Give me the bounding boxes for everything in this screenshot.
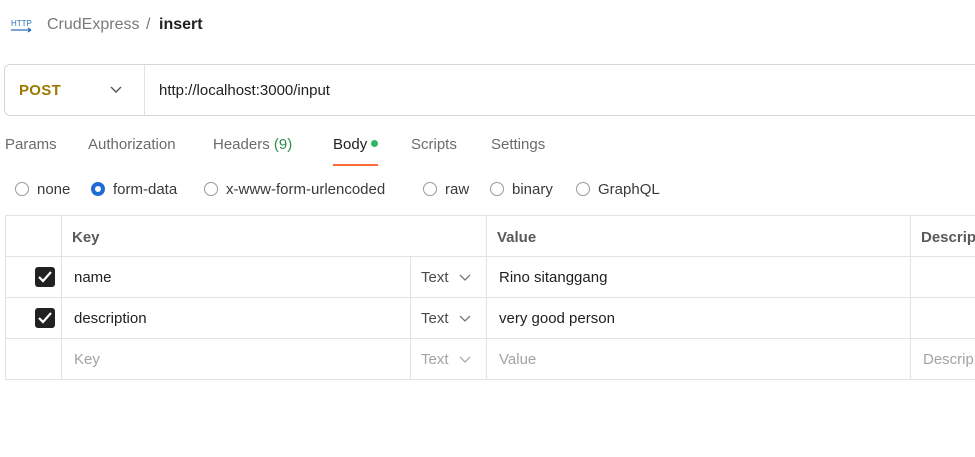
request-header: HTTP CrudExpress / insert	[0, 0, 975, 52]
chevron-down-icon	[459, 356, 471, 363]
url-input[interactable]	[153, 73, 973, 107]
tab-params[interactable]: Params	[5, 136, 57, 166]
tab-scripts[interactable]: Scripts	[411, 136, 457, 166]
value-text: very good person	[499, 310, 615, 327]
radio-circle	[490, 182, 504, 196]
value-cell[interactable]: Rino sitanggang	[487, 257, 911, 297]
key-cell[interactable]: description	[62, 298, 411, 338]
tab-settings[interactable]: Settings	[491, 136, 545, 166]
headers-count-badge: (9)	[273, 136, 293, 153]
radio-circle	[204, 182, 218, 196]
radio-label: raw	[445, 181, 470, 198]
key-text: name	[74, 269, 112, 286]
row-enabled-checkbox[interactable]	[35, 308, 55, 328]
value-placeholder: Value	[499, 351, 537, 368]
body-type-selector: none form-data x-www-form-urlencoded raw…	[0, 176, 975, 204]
tab-authorization[interactable]: Authorization	[88, 136, 176, 166]
request-tabs: Params Authorization Headers (9) Body Sc…	[0, 126, 975, 166]
breadcrumb-separator: /	[146, 16, 151, 33]
body-indicator-dot	[371, 140, 379, 147]
key-placeholder: Key	[74, 351, 100, 368]
value-text: Rino sitanggang	[499, 269, 608, 286]
chevron-down-icon	[110, 86, 122, 93]
description-placeholder: Descrip	[923, 351, 974, 368]
chevron-down-icon	[459, 315, 471, 322]
check-icon	[38, 312, 52, 324]
column-header-value: Value	[497, 229, 537, 246]
radio-label: binary	[512, 181, 553, 198]
tab-label: Authorization	[88, 136, 176, 153]
breadcrumb-collection[interactable]: CrudExpress	[47, 16, 139, 34]
value-cell[interactable]: very good person	[487, 298, 911, 338]
radio-circle	[15, 182, 29, 196]
tab-label: Settings	[491, 136, 546, 153]
description-input[interactable]: Descrip	[911, 339, 975, 379]
key-input[interactable]: Key	[62, 339, 411, 379]
column-header-key: Key	[72, 229, 100, 246]
radio-label: form-data	[113, 181, 178, 198]
header-description-cell: Descrip	[911, 216, 975, 256]
tab-headers[interactable]: Headers (9)	[213, 136, 292, 166]
radio-circle	[91, 182, 105, 196]
type-select[interactable]: Text	[411, 298, 487, 338]
table-row-empty: Key Text Value Descrip	[6, 339, 975, 380]
radio-label: GraphQL	[598, 181, 660, 198]
radio-circle	[423, 182, 437, 196]
radio-label: x-www-form-urlencoded	[226, 181, 386, 198]
http-icon: HTTP	[11, 19, 32, 33]
tab-label: Scripts	[411, 136, 457, 153]
key-cell[interactable]: name	[62, 257, 411, 297]
type-label: Text	[421, 269, 449, 286]
table-header-row: Key Value Descrip	[6, 216, 975, 257]
tab-body[interactable]: Body	[333, 136, 379, 166]
header-value-cell: Value	[487, 216, 911, 256]
url-bar: POST	[4, 64, 975, 116]
method-label: POST	[19, 82, 62, 99]
method-select[interactable]: POST	[5, 65, 145, 115]
svg-text:HTTP: HTTP	[11, 19, 32, 28]
radio-circle	[576, 182, 590, 196]
header-key-cell: Key	[62, 216, 487, 256]
type-label: Text	[421, 310, 449, 327]
description-cell[interactable]	[911, 257, 975, 297]
row-check-cell	[6, 339, 62, 379]
form-data-table: Key Value Descrip name Text Rino sitangg…	[5, 215, 975, 380]
tab-label: Params	[5, 136, 57, 153]
table-row: description Text very good person	[6, 298, 975, 339]
row-check-cell	[6, 298, 62, 338]
tab-label: Body	[333, 136, 368, 153]
radio-label: none	[37, 181, 71, 198]
column-header-description: Descrip	[921, 229, 975, 246]
row-enabled-checkbox[interactable]	[35, 267, 55, 287]
type-select[interactable]: Text	[411, 257, 487, 297]
description-cell[interactable]	[911, 298, 975, 338]
table-row: name Text Rino sitanggang	[6, 257, 975, 298]
row-check-cell	[6, 257, 62, 297]
header-check-cell	[6, 216, 62, 256]
tab-label: Headers	[213, 136, 270, 153]
type-label: Text	[421, 351, 449, 368]
chevron-down-icon	[459, 274, 471, 281]
breadcrumb-request-name[interactable]: insert	[159, 16, 203, 34]
key-text: description	[74, 310, 147, 327]
type-select[interactable]: Text	[411, 339, 487, 379]
check-icon	[38, 271, 52, 283]
value-input[interactable]: Value	[487, 339, 911, 379]
